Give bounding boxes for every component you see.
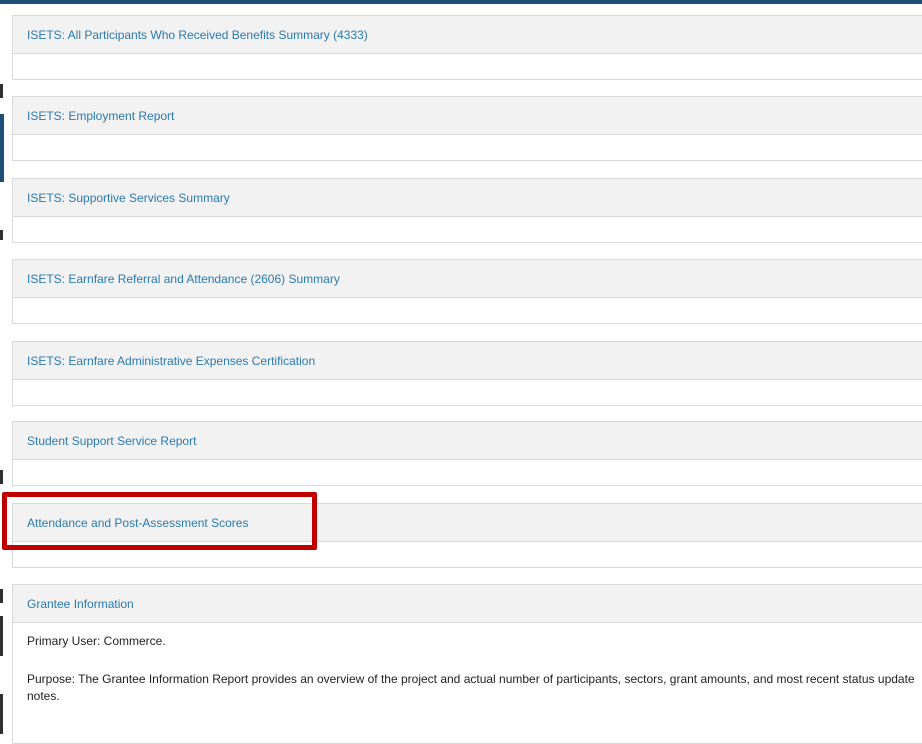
report-panel-employment: ISETS: Employment Report [12, 96, 922, 161]
panel-header: ISETS: Earnfare Administrative Expenses … [13, 342, 922, 380]
panel-body [13, 542, 922, 567]
report-link-earnfare-admin[interactable]: ISETS: Earnfare Administrative Expenses … [27, 354, 315, 368]
report-link-employment[interactable]: ISETS: Employment Report [27, 109, 174, 123]
edge-mark [0, 470, 3, 484]
panel-header: ISETS: All Participants Who Received Ben… [13, 16, 922, 54]
report-link-grantee[interactable]: Grantee Information [27, 597, 134, 611]
report-link-earnfare-referral[interactable]: ISETS: Earnfare Referral and Attendance … [27, 272, 340, 286]
edge-mark [0, 589, 3, 603]
report-link-student-support[interactable]: Student Support Service Report [27, 434, 196, 448]
left-edge-strip [0, 4, 12, 734]
panel-header: Student Support Service Report [13, 422, 922, 460]
panel-body [13, 460, 922, 485]
panel-header: ISETS: Employment Report [13, 97, 922, 135]
report-panel-student-support: Student Support Service Report [12, 421, 922, 486]
panel-header: ISETS: Earnfare Referral and Attendance … [13, 260, 922, 298]
panel-body [13, 298, 922, 323]
report-panel-earnfare-admin: ISETS: Earnfare Administrative Expenses … [12, 341, 922, 406]
panel-body: Primary User: Commerce. Purpose: The Gra… [13, 623, 922, 705]
report-panel-supportive-services: ISETS: Supportive Services Summary [12, 178, 922, 243]
edge-mark [0, 84, 3, 98]
edge-mark [0, 694, 3, 734]
panel-body [13, 54, 922, 79]
panel-body [13, 217, 922, 242]
report-link-supportive-services[interactable]: ISETS: Supportive Services Summary [27, 191, 230, 205]
edge-mark [0, 230, 3, 240]
panel-body [13, 135, 922, 160]
report-link-all-participants[interactable]: ISETS: All Participants Who Received Ben… [27, 28, 368, 42]
panel-body [13, 380, 922, 405]
edge-mark [0, 114, 4, 182]
report-panel-attendance: Attendance and Post-Assessment Scores [12, 503, 922, 568]
report-panel-grantee: Grantee Information Primary User: Commer… [12, 584, 922, 744]
panel-header: Attendance and Post-Assessment Scores [13, 504, 922, 542]
report-link-attendance[interactable]: Attendance and Post-Assessment Scores [27, 516, 248, 530]
panel-header: ISETS: Supportive Services Summary [13, 179, 922, 217]
edge-mark [0, 616, 3, 656]
report-panel-all-participants: ISETS: All Participants Who Received Ben… [12, 15, 922, 80]
top-bar [0, 0, 922, 4]
primary-user-text: Primary User: Commerce. [27, 634, 166, 648]
purpose-text: Purpose: The Grantee Information Report … [27, 672, 915, 703]
report-panel-earnfare-referral: ISETS: Earnfare Referral and Attendance … [12, 259, 922, 324]
panel-header: Grantee Information [13, 585, 922, 623]
